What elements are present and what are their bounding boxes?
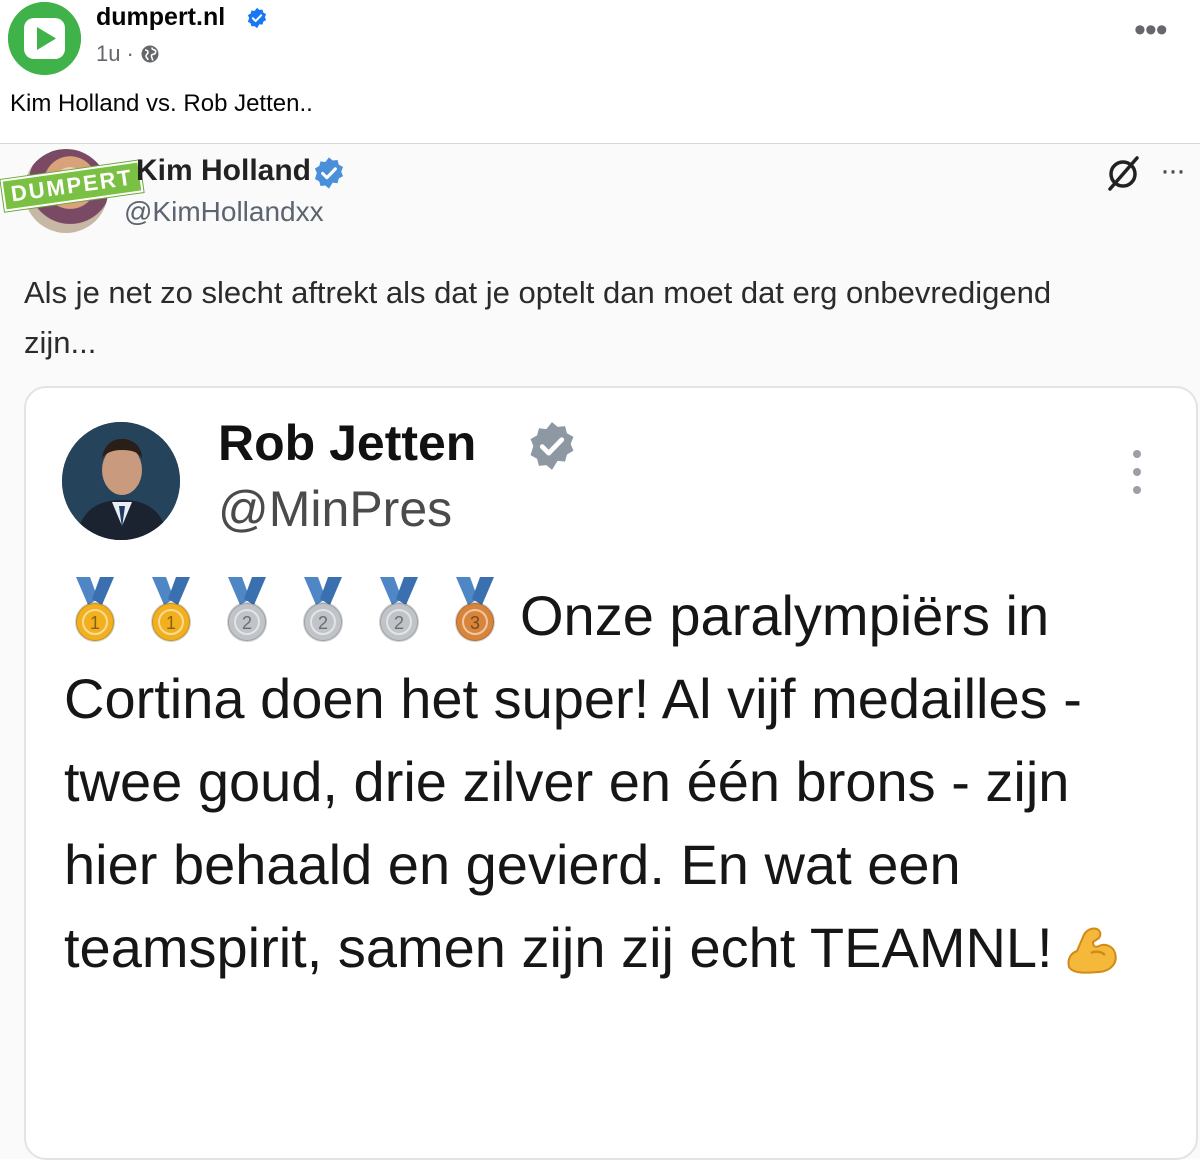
medal-number: 1 <box>166 613 176 633</box>
silver-medal-icon: 2 <box>303 577 343 642</box>
more-vertical-icon <box>1130 450 1144 494</box>
medal-number: 2 <box>394 613 404 633</box>
gold-medal-icon: 1 <box>151 577 191 642</box>
verified-badge-icon <box>314 157 344 189</box>
rob-jetten-name: Rob Jetten <box>218 415 477 471</box>
rob-jetten-photo <box>62 422 180 540</box>
kim-holland-name: Kim Holland <box>136 154 312 187</box>
kim-holland-handle: @KimHollandxx <box>124 196 324 227</box>
verified-badge-icon <box>247 7 267 29</box>
post-time[interactable]: 1u <box>96 41 120 67</box>
grok-icon <box>1108 156 1139 191</box>
silver-medal-icon: 2 <box>227 577 267 642</box>
post-caption: Kim Holland vs. Rob Jetten.. <box>10 90 313 117</box>
rob-jetten-tweet-text: 1 1 2 2 2 3 Onze paralympiërs in Cortina doen … <box>64 574 1164 989</box>
flexed-biceps-icon <box>1067 927 1117 974</box>
medal-number: 2 <box>242 613 252 633</box>
rob-jetten-handle: @MinPres <box>218 481 453 537</box>
rob-jetten-avatar <box>62 422 180 540</box>
dumpert-logo-icon <box>8 2 81 75</box>
gold-medal-icon: 1 <box>75 577 115 642</box>
medal-number: 3 <box>470 613 480 633</box>
facebook-post-header: dumpert.nl 1u · ••• Kim Holland vs. Rob … <box>0 0 1200 117</box>
silver-medal-icon: 2 <box>379 577 419 642</box>
more-options-icon: ··· <box>1160 154 1186 187</box>
meta-separator: · <box>126 41 134 66</box>
more-options-icon[interactable]: ••• <box>1134 13 1168 47</box>
tweet-screenshot: DUMPERT Kim Holland @KimHollandxx ··· Al… <box>0 144 1200 1160</box>
dumpert-page-avatar[interactable] <box>8 2 81 75</box>
post-meta: 1u · <box>96 41 160 67</box>
page-name[interactable]: dumpert.nl <box>96 3 225 32</box>
medal-number: 2 <box>318 613 328 633</box>
globe-icon <box>141 45 159 63</box>
medal-number: 1 <box>90 613 100 633</box>
kim-holland-tweet-text: Als je net zo slecht aftrekt als dat je … <box>24 275 1052 360</box>
verified-badge-icon <box>530 422 574 470</box>
medal-emojis: 1 1 2 2 2 3 <box>64 577 506 645</box>
quoted-tweet-card: Rob Jetten @MinPres 1 1 2 2 2 3 Onze paralympi… <box>24 386 1198 1160</box>
bronze-medal-icon: 3 <box>455 577 495 642</box>
